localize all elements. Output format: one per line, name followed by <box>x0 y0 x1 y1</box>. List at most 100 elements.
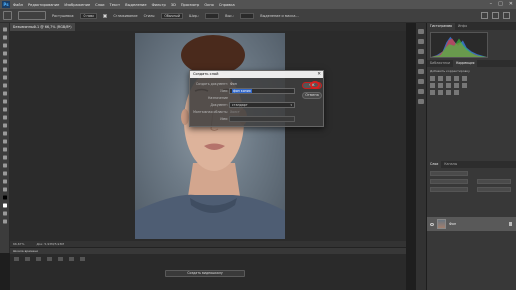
play-icon[interactable] <box>36 257 41 261</box>
actions-icon[interactable] <box>418 49 424 54</box>
black-white-icon[interactable] <box>446 83 451 88</box>
character-icon[interactable] <box>418 69 424 74</box>
menu-item[interactable]: Окно <box>204 3 214 7</box>
hand-tool-icon[interactable] <box>2 171 8 176</box>
maximize-button[interactable]: □ <box>498 1 503 7</box>
lock-options[interactable] <box>430 187 468 192</box>
workspace-icon[interactable] <box>492 12 499 19</box>
screen-mode-icon[interactable] <box>2 219 8 224</box>
fill-field[interactable] <box>477 187 511 192</box>
menu-item[interactable]: Просмотр <box>181 3 199 7</box>
lasso-tool-icon[interactable] <box>2 43 8 48</box>
menu-item[interactable]: Справка <box>219 3 235 7</box>
marquee-tool-icon[interactable] <box>3 11 12 20</box>
move-tool-icon[interactable] <box>2 27 8 32</box>
width-input[interactable] <box>205 12 220 19</box>
posterize-icon[interactable] <box>438 90 443 95</box>
tab-info[interactable]: Инфо <box>455 23 470 30</box>
background-color-icon[interactable] <box>2 203 8 208</box>
feather-input[interactable]: 0 пикс <box>80 12 98 19</box>
exposure-icon[interactable] <box>454 76 459 81</box>
menu-item[interactable]: Изображение <box>64 3 90 7</box>
eraser-tool-icon[interactable] <box>2 107 8 112</box>
healing-tool-icon[interactable] <box>2 75 8 80</box>
menu-item[interactable]: Выделение <box>125 3 146 7</box>
canvas-area[interactable] <box>10 31 406 241</box>
create-video-timeline-button[interactable]: Создать видеошкалу <box>165 270 245 277</box>
close-window-button[interactable]: ✕ <box>509 1 513 7</box>
visibility-eye-icon[interactable] <box>430 222 434 226</box>
history-brush-tool-icon[interactable] <box>2 99 8 104</box>
layer-name-input[interactable]: фон копия <box>229 88 295 94</box>
color-icon[interactable] <box>418 89 424 94</box>
curves-icon[interactable] <box>446 76 451 81</box>
gradient-tool-icon[interactable] <box>2 115 8 120</box>
foreground-color-icon[interactable] <box>2 195 8 200</box>
refine-edge-button[interactable]: Выделение и маска... <box>260 14 298 18</box>
search-icon[interactable] <box>481 12 488 19</box>
share-icon[interactable] <box>503 12 510 19</box>
swatches-icon[interactable] <box>418 79 424 84</box>
invert-icon[interactable] <box>430 90 435 95</box>
antialias-checkbox[interactable] <box>103 13 108 18</box>
quick-select-tool-icon[interactable] <box>2 51 8 56</box>
document-select[interactable]: стандарт ▾ <box>229 102 295 108</box>
blend-mode-select[interactable] <box>430 179 468 184</box>
height-input[interactable] <box>240 12 255 19</box>
selection-mode-icon[interactable] <box>18 11 46 20</box>
prev-frame-icon[interactable] <box>25 257 30 261</box>
vibrance-icon[interactable] <box>462 76 467 81</box>
crop-tool-icon[interactable] <box>2 59 8 64</box>
portrait-image[interactable] <box>135 33 285 239</box>
menu-item[interactable]: Фильтр <box>152 3 166 7</box>
tab-histogram[interactable]: Гистограмма <box>427 23 455 30</box>
levels-icon[interactable] <box>438 76 443 81</box>
eyedropper-tool-icon[interactable] <box>2 67 8 72</box>
history-icon[interactable] <box>418 29 424 34</box>
pen-tool-icon[interactable] <box>2 139 8 144</box>
blur-tool-icon[interactable] <box>2 123 8 128</box>
photo-filter-icon[interactable] <box>454 83 459 88</box>
brightness-icon[interactable] <box>430 76 435 81</box>
layer-row[interactable]: Фон <box>427 217 516 231</box>
dodge-tool-icon[interactable] <box>2 131 8 136</box>
tab-layers[interactable]: Слои <box>427 161 442 168</box>
quick-mask-mode-icon[interactable] <box>2 211 8 216</box>
rectangle-tool-icon[interactable] <box>2 163 8 168</box>
glyphs-icon[interactable] <box>418 99 424 104</box>
path-select-tool-icon[interactable] <box>2 155 8 160</box>
style-select[interactable]: Обычный <box>161 12 183 19</box>
hue-saturation-icon[interactable] <box>430 83 435 88</box>
first-frame-icon[interactable] <box>14 257 19 261</box>
audio-icon[interactable] <box>58 257 63 261</box>
settings-icon[interactable] <box>69 257 74 261</box>
document-tab[interactable]: Безымянный-1 @ 66,7% (RGB/8*) <box>10 23 75 31</box>
menu-item[interactable]: Слои <box>95 3 104 7</box>
more-tools-icon[interactable] <box>2 187 8 192</box>
dialog-close-icon[interactable]: ✕ <box>317 71 321 78</box>
minimize-button[interactable]: – <box>490 1 493 7</box>
tab-channels[interactable]: Каналы <box>441 161 460 168</box>
paragraph-icon[interactable] <box>418 59 424 64</box>
brush-settings-icon[interactable] <box>418 39 424 44</box>
marquee-tool-icon[interactable] <box>2 35 8 40</box>
zoom-tool-icon[interactable] <box>2 179 8 184</box>
menu-item[interactable]: Файл <box>13 3 23 7</box>
color-balance-icon[interactable] <box>438 83 443 88</box>
brush-tool-icon[interactable] <box>2 83 8 88</box>
menu-item[interactable]: Редактирование <box>28 3 59 7</box>
menu-item[interactable]: 3D <box>171 3 176 7</box>
gradient-map-icon[interactable] <box>454 90 459 95</box>
clone-stamp-tool-icon[interactable] <box>2 91 8 96</box>
type-tool-icon[interactable] <box>2 147 8 152</box>
name2-input[interactable] <box>229 116 295 122</box>
opacity-field[interactable] <box>477 179 511 184</box>
layer-filter-select[interactable] <box>430 171 468 176</box>
cancel-button[interactable]: Отмена <box>302 92 322 99</box>
tab-libraries[interactable]: Библиотеки <box>427 60 453 67</box>
tab-adjustments[interactable]: Коррекция <box>453 60 478 67</box>
split-icon[interactable] <box>80 257 85 261</box>
menu-item[interactable]: Текст <box>110 3 121 7</box>
channel-mixer-icon[interactable] <box>462 83 467 88</box>
next-frame-icon[interactable] <box>47 257 52 261</box>
